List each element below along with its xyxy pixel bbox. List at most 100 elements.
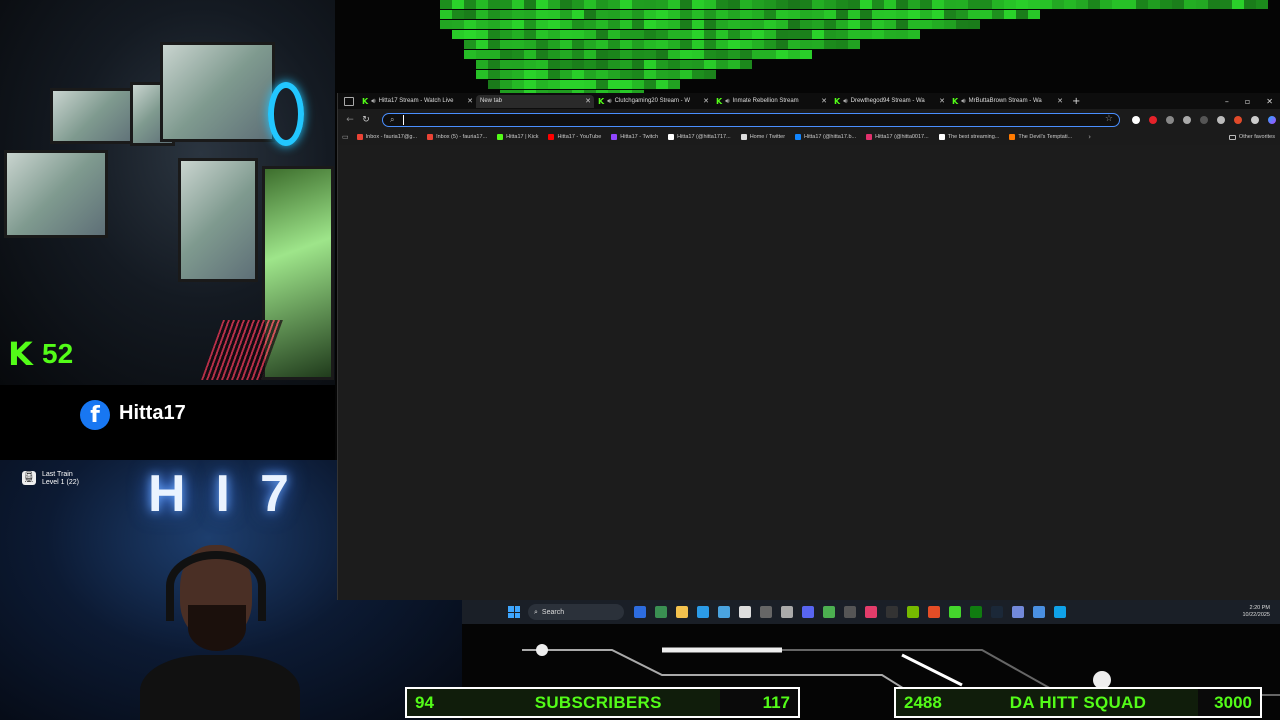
bookmark-item[interactable]: Hitta17 - YouTube <box>548 134 601 140</box>
close-tab-icon[interactable]: ✕ <box>467 97 473 105</box>
speaker-icon[interactable]: 🔊︎ <box>371 97 375 106</box>
extension-icon[interactable] <box>1183 116 1191 124</box>
taskbar-search[interactable]: ⌕ Search <box>528 604 624 620</box>
tab-label: Hitta17 Stream - Watch Live <box>379 98 454 104</box>
bookmark-item[interactable]: Inbox (5) - fauria17... <box>427 134 487 140</box>
itunes-icon[interactable] <box>865 606 877 618</box>
bookmark-label: Hitta17 (@hitta17.b... <box>804 134 856 140</box>
minimize-icon[interactable]: – <box>1225 97 1229 106</box>
maps-icon[interactable] <box>928 606 940 618</box>
extension-icon[interactable] <box>1149 116 1157 124</box>
system-clock[interactable]: 2:20 PM 10/22/2025 <box>1242 605 1270 619</box>
start-icon[interactable] <box>508 606 520 618</box>
bookmark-item[interactable]: Home / Twitter <box>741 134 785 140</box>
favorites-icon[interactable] <box>1217 116 1225 124</box>
kick-follower-counter: K 52 <box>8 338 73 370</box>
close-tab-icon[interactable]: ✕ <box>1057 97 1063 105</box>
nvidia-icon[interactable] <box>907 606 919 618</box>
steam-icon[interactable] <box>991 606 1003 618</box>
kick-icon: K <box>952 97 958 106</box>
browser-tab[interactable]: K 🔊︎ Hitta17 Stream - Watch Live ✕ <box>358 95 476 108</box>
extension-icons <box>1132 116 1276 124</box>
obs-icon[interactable] <box>844 606 856 618</box>
file-explorer-icon[interactable] <box>634 606 646 618</box>
squad-goal-bar: 2488 DA HITT SQUAD 3000 <box>894 687 1262 718</box>
monitor-screen <box>50 88 140 144</box>
speaker-icon[interactable]: 🔊︎ <box>607 97 611 106</box>
discord-2-icon[interactable] <box>1012 606 1024 618</box>
extension-icon[interactable] <box>1132 116 1140 124</box>
xbox-icon[interactable] <box>970 606 982 618</box>
maximize-icon[interactable]: ▫ <box>1245 97 1250 106</box>
tab-groups-icon[interactable]: ▭ <box>342 133 349 141</box>
subscriber-target: 117 <box>763 693 790 713</box>
copilot-icon[interactable] <box>1268 116 1276 124</box>
close-window-icon[interactable]: ✕ <box>1266 97 1273 106</box>
parsec-icon[interactable] <box>760 606 772 618</box>
tab-label: Drewthegod94 Stream - Wa <box>851 98 925 104</box>
clock-time: 2:20 PM <box>1242 605 1270 612</box>
chevron-right-icon[interactable]: › <box>1088 133 1091 141</box>
mail-icon[interactable] <box>718 606 730 618</box>
more-menu-icon[interactable] <box>1251 116 1259 124</box>
extension-icon[interactable] <box>1200 116 1208 124</box>
new-tab-button[interactable]: + <box>1072 96 1080 107</box>
extension-icon[interactable] <box>1166 116 1174 124</box>
window-controls: – ▫ ✕ <box>1225 97 1280 106</box>
bookmark-favicon <box>357 134 363 140</box>
vscode-icon[interactable] <box>697 606 709 618</box>
back-icon[interactable]: ← <box>342 115 358 125</box>
search-icon: ⌕ <box>390 115 394 125</box>
epic-icon[interactable] <box>886 606 898 618</box>
terminal-icon[interactable] <box>655 606 667 618</box>
browser-tab[interactable]: K 🔊︎ Clutchgaming20 Stream - W ✕ <box>594 95 712 108</box>
bookmark-label: Hitta17 (@hitta1717... <box>677 134 731 140</box>
address-bar[interactable]: ⌕ ☆ <box>382 113 1120 127</box>
bookmark-favicon <box>668 134 674 140</box>
clock-date: 10/22/2025 <box>1242 612 1270 619</box>
train-icon: 🚆︎ <box>22 471 36 485</box>
tab-label: Clutchgaming20 Stream - W <box>615 98 690 104</box>
refresh-icon[interactable]: ↻ <box>358 115 374 125</box>
window-menu-icon[interactable] <box>344 97 354 106</box>
steam-alt-icon[interactable] <box>781 606 793 618</box>
close-tab-icon[interactable]: ✕ <box>821 97 827 105</box>
close-tab-icon[interactable]: ✕ <box>585 97 591 105</box>
speaker-icon[interactable]: 🔊︎ <box>725 97 729 106</box>
bookmark-item[interactable]: The best streaming... <box>939 134 1000 140</box>
edge-icon[interactable] <box>1054 606 1066 618</box>
bookmark-item[interactable]: Hitta17 | Kick <box>497 134 538 140</box>
capcut-icon[interactable] <box>739 606 751 618</box>
notepad-icon[interactable] <box>1033 606 1045 618</box>
bookmark-item[interactable]: Hitta17 (@hitta17.b... <box>795 134 856 140</box>
browser-tab[interactable]: New tab ✕ <box>476 95 594 108</box>
browser-tab[interactable]: K 🔊︎ Inmate Rebellion Stream ✕ <box>712 95 830 108</box>
bookmark-item[interactable]: Inbox - fauria17@g... <box>357 134 417 140</box>
close-tab-icon[interactable]: ✕ <box>703 97 709 105</box>
discord-icon[interactable] <box>802 606 814 618</box>
bookmark-item[interactable]: Hitta17 (@hitta0017... <box>866 134 929 140</box>
address-input[interactable] <box>403 115 1083 125</box>
folder-icon[interactable] <box>676 606 688 618</box>
bookmark-label: Hitta17 (@hitta0017... <box>875 134 929 140</box>
close-tab-icon[interactable]: ✕ <box>939 97 945 105</box>
speaker-icon[interactable]: 🔊︎ <box>961 97 965 106</box>
razer-icon[interactable] <box>949 606 961 618</box>
speaker-icon[interactable]: 🔊︎ <box>843 97 847 106</box>
bookmark-item[interactable]: Hitta17 - Twitch <box>611 134 658 140</box>
kick-icon: K <box>8 339 36 369</box>
profile-icon[interactable] <box>1234 116 1242 124</box>
browser-tab[interactable]: K 🔊︎ MrButtaBrown Stream - Wa ✕ <box>948 95 1066 108</box>
favorite-star-icon[interactable]: ☆ <box>1105 114 1113 124</box>
bookmark-item[interactable]: The Devil's Temptati... <box>1009 134 1072 140</box>
bookmark-label: Hitta17 - YouTube <box>557 134 601 140</box>
bookmark-favicon <box>741 134 747 140</box>
browser-tab[interactable]: K 🔊︎ Drewthegod94 Stream - Wa ✕ <box>830 95 948 108</box>
bookmark-item[interactable]: Hitta17 (@hitta1717... <box>668 134 731 140</box>
other-favorites[interactable]: Other favorites <box>1229 134 1275 140</box>
chrome-icon[interactable] <box>823 606 835 618</box>
neon-sign: HI7 <box>148 464 319 524</box>
other-favorites-label: Other favorites <box>1239 134 1275 140</box>
facebook-icon: f <box>80 400 110 430</box>
bookmark-label: Hitta17 | Kick <box>506 134 538 140</box>
